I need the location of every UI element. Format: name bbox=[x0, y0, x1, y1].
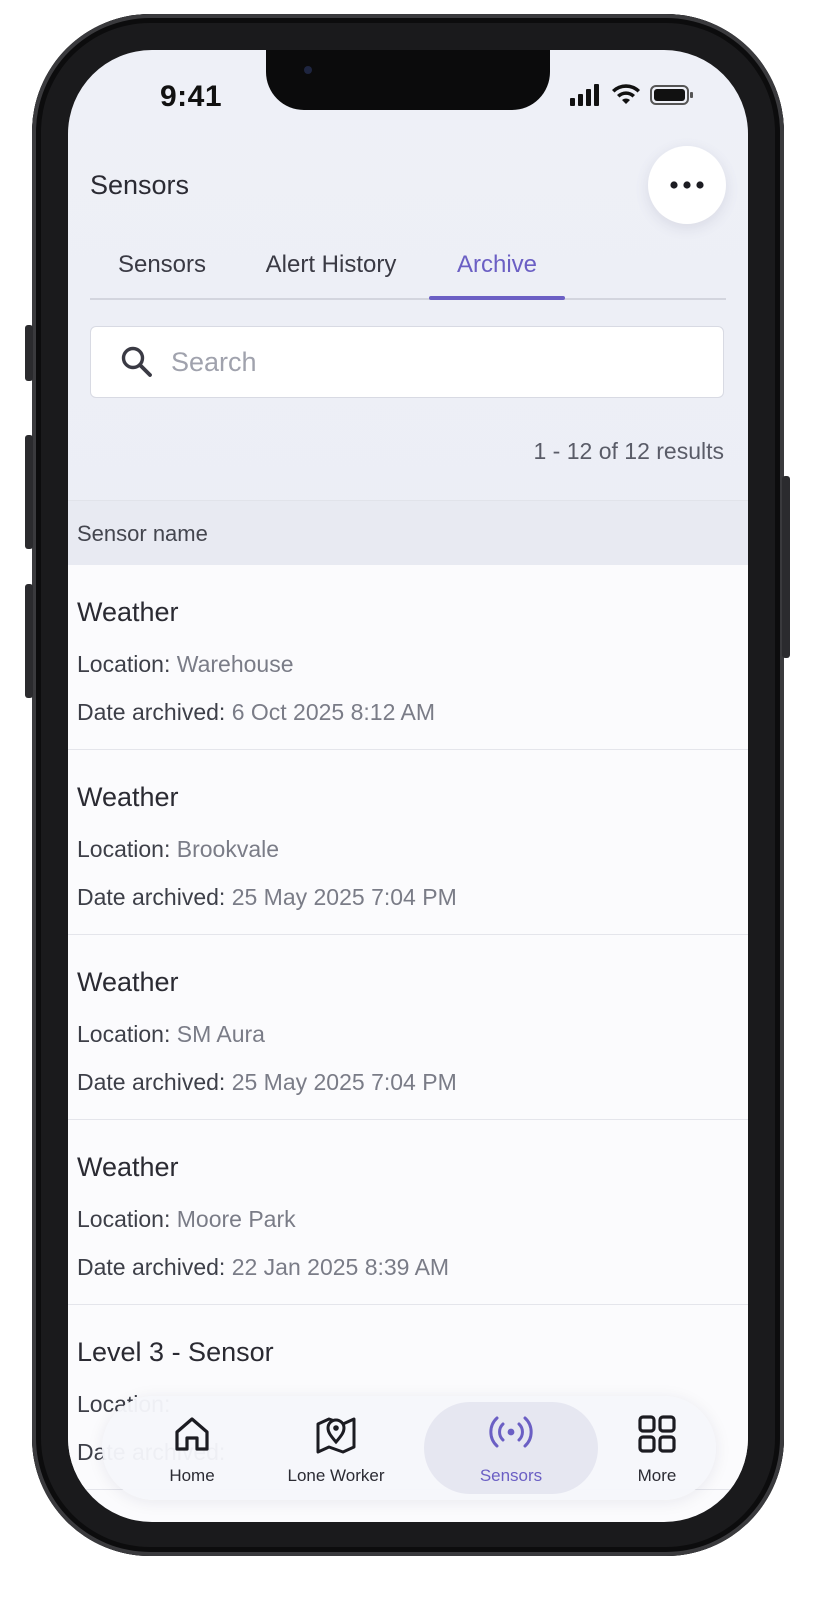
side-button-power bbox=[782, 476, 790, 658]
grid-icon bbox=[638, 1415, 676, 1453]
location-value: Brookvale bbox=[176, 836, 280, 862]
location-label: Location: bbox=[77, 651, 171, 677]
wifi-icon bbox=[612, 84, 640, 104]
nav-more-label: More bbox=[637, 1466, 677, 1485]
nav-sensors[interactable]: Sensors bbox=[424, 1396, 598, 1500]
sensor-date-archived: Date archived: 25 May 2025 7:04 PM bbox=[77, 1069, 457, 1096]
list-item[interactable]: Weather Location: Moore Park Date archiv… bbox=[68, 1120, 748, 1305]
broadcast-icon bbox=[489, 1416, 533, 1448]
date-value: 25 May 2025 7:04 PM bbox=[231, 1069, 457, 1095]
tab-archive[interactable]: Archive bbox=[429, 250, 565, 300]
nav-lone-worker-label: Lone Worker bbox=[287, 1466, 385, 1485]
nav-more[interactable]: More bbox=[602, 1396, 712, 1500]
sensor-location: Location: SM Aura bbox=[77, 1021, 265, 1048]
sensor-location: Location: Brookvale bbox=[77, 836, 279, 863]
tab-alert-history[interactable]: Alert History bbox=[250, 250, 412, 296]
signal-icon bbox=[570, 84, 599, 106]
sensor-date-archived: Date archived: 25 May 2025 7:04 PM bbox=[77, 884, 457, 911]
status-icons bbox=[570, 84, 694, 106]
camera bbox=[304, 66, 312, 74]
map-pin-icon bbox=[316, 1417, 356, 1454]
date-label: Date archived: bbox=[77, 699, 226, 725]
search-input[interactable] bbox=[169, 345, 693, 379]
sensor-name: Weather bbox=[77, 782, 179, 812]
bottom-nav: Home Lone Worker Sensors More bbox=[102, 1396, 716, 1500]
side-button-volume-down bbox=[25, 584, 33, 698]
location-value: Moore Park bbox=[176, 1206, 296, 1232]
sensor-name: Level 3 - Sensor bbox=[77, 1337, 274, 1367]
date-value: 22 Jan 2025 8:39 AM bbox=[231, 1254, 450, 1280]
side-button-mute bbox=[25, 325, 33, 381]
sensor-date-archived: Date archived: 22 Jan 2025 8:39 AM bbox=[77, 1254, 449, 1281]
date-label: Date archived: bbox=[77, 1069, 226, 1095]
date-label: Date archived: bbox=[77, 1254, 226, 1280]
home-icon bbox=[175, 1417, 209, 1451]
sensor-name: Weather bbox=[77, 1152, 179, 1182]
results-summary: 1 - 12 of 12 results bbox=[533, 438, 725, 464]
location-label: Location: bbox=[77, 1021, 171, 1047]
notch bbox=[266, 50, 550, 110]
location-label: Location: bbox=[77, 836, 171, 862]
list-item[interactable]: Weather Location: Warehouse Date archive… bbox=[68, 565, 748, 750]
status-time: 9:41 bbox=[160, 80, 223, 113]
sensor-location: Location: Moore Park bbox=[77, 1206, 296, 1233]
location-value: Warehouse bbox=[176, 651, 294, 677]
side-button-volume-up bbox=[25, 435, 33, 549]
list-item[interactable]: Weather Location: SM Aura Date archived:… bbox=[68, 935, 748, 1120]
column-header: Sensor name bbox=[68, 500, 748, 565]
battery-icon bbox=[650, 85, 693, 105]
sensor-location: Location: Warehouse bbox=[77, 651, 294, 678]
archive-list: Weather Location: Warehouse Date archive… bbox=[68, 565, 748, 1490]
nav-lone-worker[interactable]: Lone Worker bbox=[266, 1396, 406, 1500]
sensor-name: Weather bbox=[77, 967, 179, 997]
date-value: 6 Oct 2025 8:12 AM bbox=[231, 699, 435, 725]
nav-home[interactable]: Home bbox=[132, 1396, 252, 1500]
date-label: Date archived: bbox=[77, 884, 226, 910]
more-options-button[interactable] bbox=[648, 146, 726, 224]
tab-bar: Sensors Alert History Archive bbox=[90, 240, 726, 300]
search-field[interactable] bbox=[90, 326, 724, 398]
location-value: SM Aura bbox=[176, 1021, 265, 1047]
nav-home-label: Home bbox=[169, 1466, 215, 1485]
search-icon bbox=[121, 346, 152, 377]
date-value: 25 May 2025 7:04 PM bbox=[231, 884, 457, 910]
page-title: Sensors bbox=[90, 170, 190, 200]
nav-sensors-label: Sensors bbox=[479, 1466, 543, 1485]
location-label: Location: bbox=[77, 1206, 171, 1232]
ellipsis-icon bbox=[670, 181, 704, 189]
list-item[interactable]: Weather Location: Brookvale Date archive… bbox=[68, 750, 748, 935]
tab-sensors[interactable]: Sensors bbox=[104, 250, 220, 296]
sensor-name: Weather bbox=[77, 597, 179, 627]
app-screen: 9:41 Sensors Sensors Alert History Archi… bbox=[68, 50, 748, 1522]
column-header-sensor-name[interactable]: Sensor name bbox=[77, 521, 208, 547]
sensor-date-archived: Date archived: 6 Oct 2025 8:12 AM bbox=[77, 699, 435, 726]
